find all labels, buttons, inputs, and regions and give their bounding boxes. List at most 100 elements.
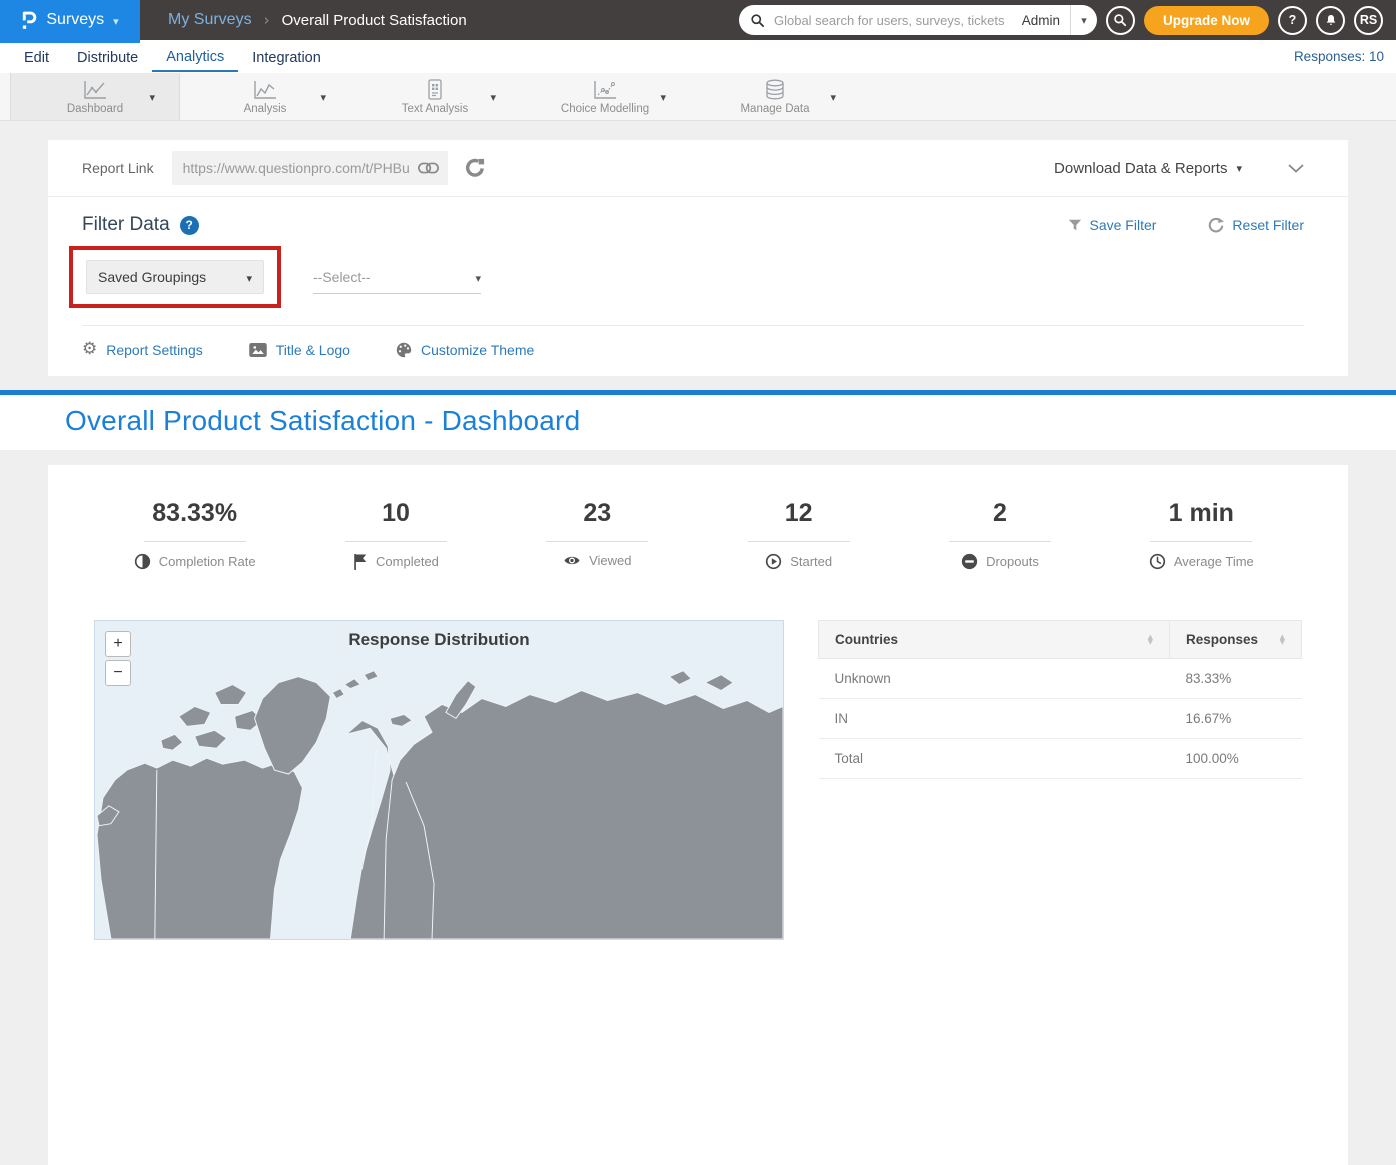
customize-theme-link[interactable]: Customize Theme <box>396 342 534 358</box>
user-avatar[interactable]: RS <box>1354 6 1383 35</box>
download-data-reports[interactable]: Download Data & Reports <box>1054 160 1227 177</box>
topbar-actions: Admin Upgrade Now ? RS <box>739 5 1396 35</box>
sort-icon[interactable] <box>1138 635 1153 645</box>
chevron-down-icon[interactable] <box>320 88 326 106</box>
report-link-label: Report Link <box>82 160 154 176</box>
sort-icon[interactable] <box>1270 635 1285 645</box>
flag-icon <box>353 553 368 570</box>
stat-value: 12 <box>698 499 899 528</box>
image-icon <box>249 343 267 357</box>
toolbar-dashboard[interactable]: Dashboard <box>10 73 180 120</box>
table-row: Unknown 83.33% <box>819 659 1302 699</box>
stat-label: Completed <box>376 554 439 569</box>
responses-count[interactable]: Responses: 10 <box>1294 49 1384 64</box>
toolbar-analysis[interactable]: Analysis <box>180 73 350 120</box>
grouping-value-select[interactable]: --Select-- <box>313 260 481 294</box>
stat-value: 10 <box>295 499 496 528</box>
link-icon <box>418 162 439 174</box>
map-title: Response Distribution <box>95 630 783 650</box>
tab-distribute[interactable]: Distribute <box>63 43 152 71</box>
stat-label: Viewed <box>589 553 631 568</box>
toolbar-item-label: Choice Modelling <box>561 103 649 115</box>
filter-section: Filter Data ? Save Filter Reset Filter <box>48 197 1348 326</box>
save-filter-label: Save Filter <box>1090 217 1157 233</box>
report-settings-link[interactable]: ⚙ Report Settings <box>82 341 203 358</box>
report-link-url[interactable]: https://www.questionpro.com/t/PHBu <box>183 160 418 176</box>
help-button[interactable]: ? <box>1278 6 1307 35</box>
surveys-product-menu[interactable]: Surveys <box>0 0 140 42</box>
divider <box>1150 541 1252 542</box>
country-cell: Unknown <box>819 659 1170 699</box>
breadcrumb-my-surveys[interactable]: My Surveys <box>168 11 252 29</box>
scatter-chart-icon <box>593 79 617 100</box>
stat-started: 12 Started <box>698 499 899 570</box>
tab-integration[interactable]: Integration <box>238 43 335 71</box>
help-icon[interactable]: ? <box>180 216 199 235</box>
map-and-table-row: Response Distribution + − <box>64 620 1332 940</box>
search-icon <box>750 13 765 28</box>
chevron-down-icon <box>113 12 119 30</box>
survey-tabs: Edit Distribute Analytics Integration Re… <box>0 40 1396 73</box>
notifications-button[interactable] <box>1316 6 1345 35</box>
world-map <box>95 621 783 939</box>
global-search-input[interactable] <box>772 12 1018 29</box>
toolbar-item-label: Analysis <box>244 103 287 115</box>
report-area: Report Link https://www.questionpro.com/… <box>0 121 1396 376</box>
report-settings-label: Report Settings <box>106 342 203 358</box>
toolbar-manage-data[interactable]: Manage Data <box>690 73 860 120</box>
toolbar-choice-modelling[interactable]: Choice Modelling <box>520 73 690 120</box>
chevron-down-icon[interactable] <box>660 88 666 106</box>
clock-icon <box>1149 553 1166 570</box>
top-bar: Surveys My Surveys Overall Product Satis… <box>0 0 1396 40</box>
product-label: Surveys <box>46 11 104 29</box>
tab-analytics[interactable]: Analytics <box>152 42 238 72</box>
toolbar-text-analysis[interactable]: Text Analysis <box>350 73 520 120</box>
responses-column-header[interactable]: Responses <box>1170 621 1302 659</box>
chevron-down-icon[interactable] <box>149 88 155 106</box>
map-zoom-in-button[interactable]: + <box>105 631 131 657</box>
bell-icon <box>1324 13 1338 28</box>
report-link-input[interactable]: https://www.questionpro.com/t/PHBu <box>172 151 448 185</box>
reset-filter-button[interactable]: Reset Filter <box>1208 217 1304 233</box>
chevron-down-icon <box>475 269 481 285</box>
response-distribution-map[interactable]: Response Distribution + − <box>94 620 784 940</box>
map-zoom-out-button[interactable]: − <box>105 660 131 686</box>
palette-icon <box>396 342 412 358</box>
saved-groupings-value: Saved Groupings <box>98 269 206 285</box>
filter-data-title: Filter Data <box>82 214 170 236</box>
stat-label: Started <box>790 554 832 569</box>
analytics-toolbar: Dashboard Analysis Text Analysis Choice … <box>0 73 1396 121</box>
dashboard-title-band: Overall Product Satisfaction - Dashboard <box>0 390 1396 450</box>
global-search: Admin <box>739 5 1097 35</box>
countries-column-header[interactable]: Countries <box>819 621 1170 659</box>
chevron-down-icon[interactable] <box>830 88 836 106</box>
divider <box>144 541 246 542</box>
divider <box>546 541 648 542</box>
stat-completed: 10 Completed <box>295 499 496 570</box>
divider <box>748 541 850 542</box>
quick-search-button[interactable] <box>1106 6 1135 35</box>
upgrade-now-button[interactable]: Upgrade Now <box>1144 6 1269 35</box>
search-scope-dropdown[interactable] <box>1070 5 1097 35</box>
toolbar-item-label: Manage Data <box>740 103 809 115</box>
page-title: Overall Product Satisfaction - Dashboard <box>65 405 1396 437</box>
chevron-down-icon[interactable] <box>1236 159 1242 177</box>
funnel-icon <box>1068 218 1082 232</box>
title-logo-label: Title & Logo <box>276 342 350 358</box>
reset-filter-label: Reset Filter <box>1232 217 1304 233</box>
title-logo-link[interactable]: Title & Logo <box>249 342 350 358</box>
chevron-down-icon[interactable] <box>490 88 496 106</box>
collapse-panel-icon[interactable] <box>1288 164 1304 173</box>
save-filter-button[interactable]: Save Filter <box>1068 217 1157 233</box>
eye-icon <box>563 554 581 567</box>
report-link-row: Report Link https://www.questionpro.com/… <box>48 140 1348 197</box>
qr-share-icon[interactable] <box>465 158 485 178</box>
country-cell: IN <box>819 699 1170 739</box>
search-icon <box>1113 13 1127 27</box>
minus-circle-icon <box>961 553 978 570</box>
divider <box>345 541 447 542</box>
tab-edit[interactable]: Edit <box>10 43 63 71</box>
database-icon <box>764 79 786 100</box>
stat-value: 2 <box>899 499 1100 528</box>
saved-groupings-select[interactable]: Saved Groupings <box>86 260 264 294</box>
